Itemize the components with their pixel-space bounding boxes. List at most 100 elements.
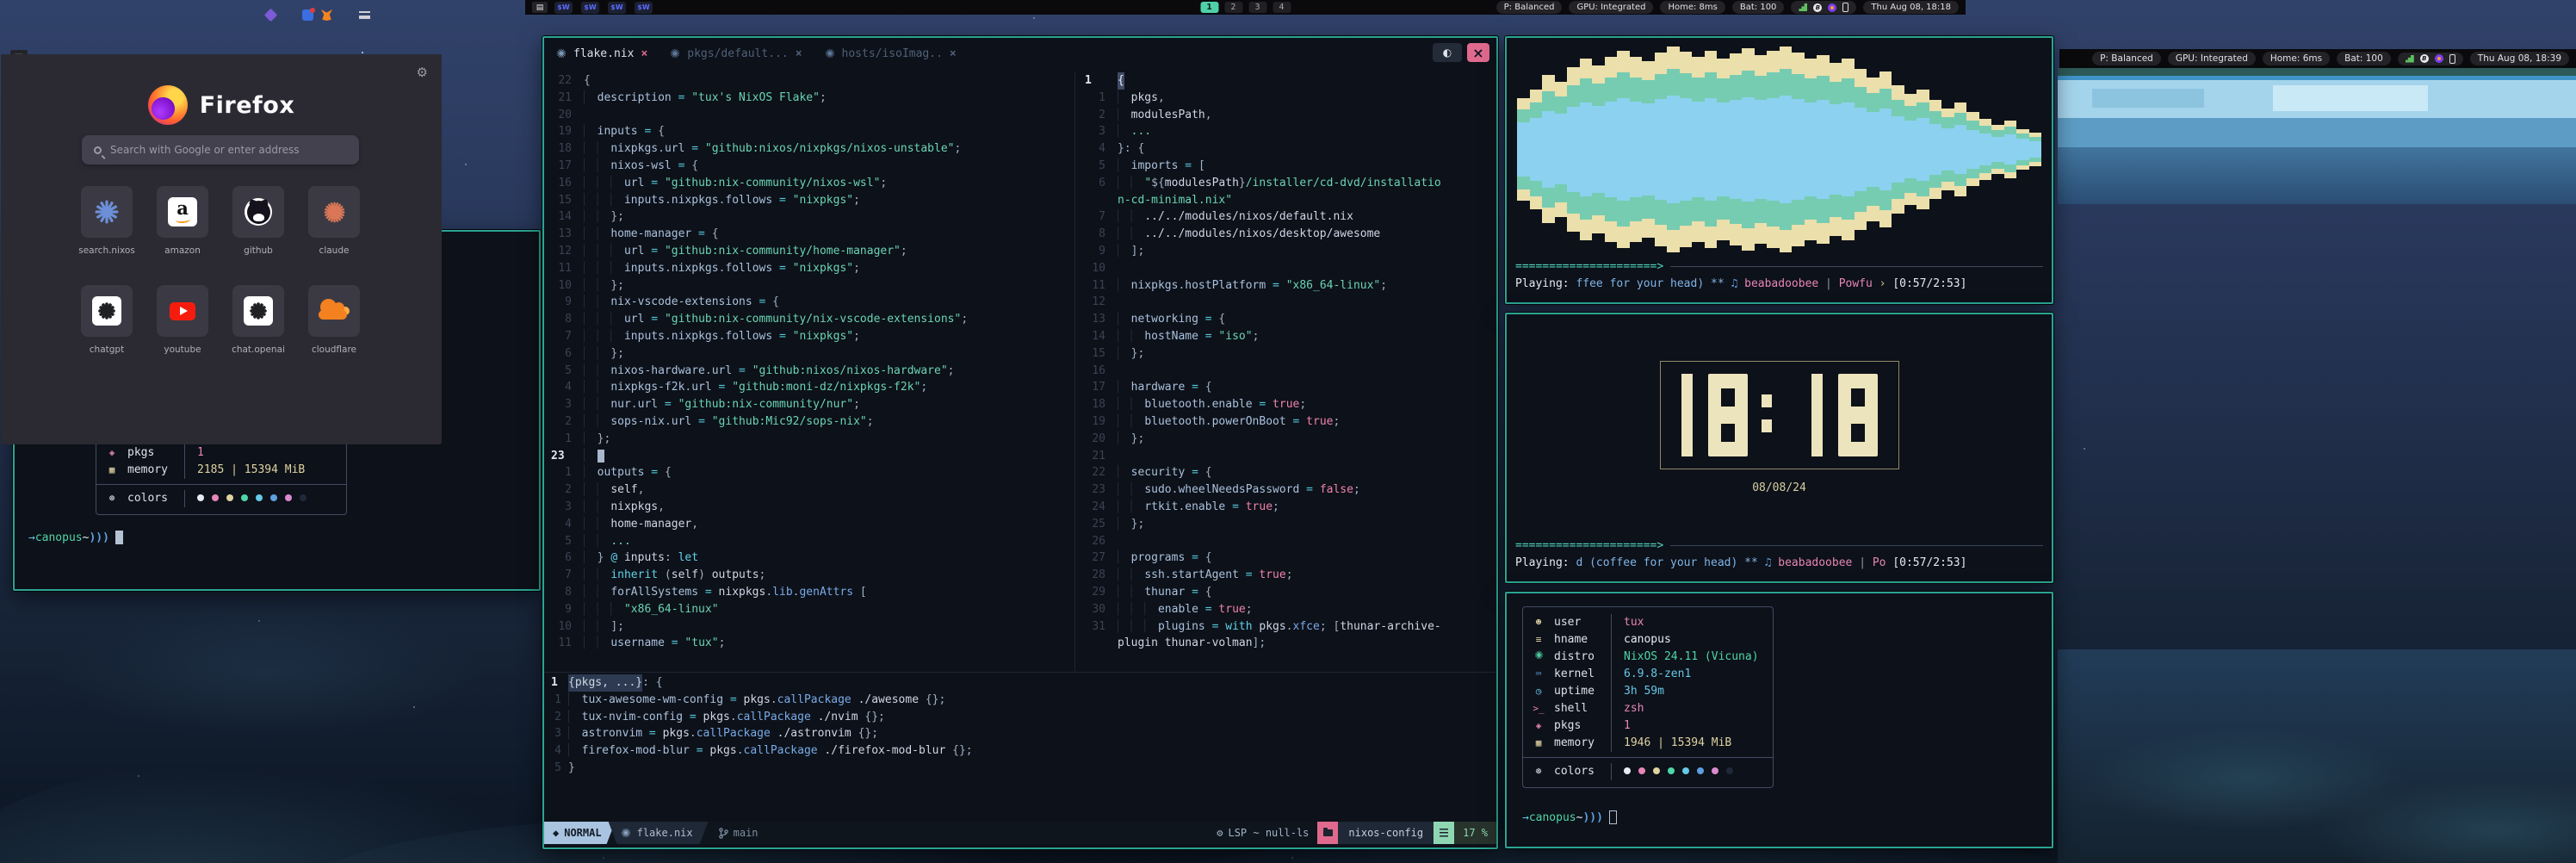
extension-icon-badge[interactable] [302, 9, 313, 21]
code-line: 9▏ ]; [1078, 243, 1496, 260]
firefox-wordmark: Firefox [200, 92, 295, 119]
editor-tab[interactable]: pkgs/default...× [670, 47, 802, 60]
split-separator[interactable] [1074, 72, 1075, 671]
code-line: 5▏ ▏ nixos-hardware.url = "github:nixos/… [544, 363, 1074, 380]
code-buffer-iso[interactable]: 1{1▏ pkgs,2▏ modulesPath,3▏ ...4}: {5▏ i… [1078, 72, 1496, 671]
code-line: n-cd-minimal.nix" [1078, 192, 1496, 209]
menu-icon[interactable] [359, 11, 370, 19]
code-line: 10▏ ▏ }; [544, 277, 1074, 295]
cava-bar [1742, 48, 1755, 250]
memory-icon: ▦ [96, 462, 127, 479]
cava-bar [1792, 53, 1805, 246]
terminal-prompt[interactable]: → canopus ~ ))) [28, 531, 525, 544]
code-line: 5▏ ▏ ... [544, 533, 1074, 550]
code-line: 2▏ ▏ sops-nix.url = "github:Mic92/sops-n… [544, 413, 1074, 431]
speed-dial-youtube[interactable]: youtube [157, 285, 208, 355]
cava-bar [1567, 67, 1580, 232]
cava-bar [1705, 51, 1718, 248]
color-dot [1682, 767, 1689, 774]
scroll-percent: 17 % [1454, 822, 1496, 844]
top-bar: ▤ $W$W$W$W 1234 P: BalancedGPU: Integrat… [525, 0, 1966, 15]
code-line: 26 [1078, 533, 1496, 550]
tab-close-icon[interactable]: × [796, 47, 802, 60]
digital-clock [1660, 361, 1899, 469]
cava-bar [1904, 94, 1917, 205]
memory-icon: ▦ [1523, 735, 1554, 752]
workspace-button[interactable]: 3 [1248, 2, 1266, 13]
taskbar-item[interactable]: $W [608, 2, 626, 14]
taskbar-item[interactable]: $W [554, 2, 573, 14]
workspace-button[interactable]: 2 [1224, 2, 1242, 13]
cava-bar [1817, 55, 1830, 245]
code-line: 1{pkgs, ...}: { [544, 674, 1496, 692]
terminal-prompt[interactable]: → canopus ~ ))) [1522, 810, 2036, 824]
code-line: 23▏ [544, 448, 1074, 465]
fetch-row: ▦memory2185 | 15394 MiB [96, 462, 346, 479]
editor-tab[interactable]: hosts/isoImag..× [825, 47, 957, 60]
color-dot [285, 494, 292, 501]
bar-module: GPU: Integrated [1569, 1, 1653, 14]
tab-close-icon[interactable]: × [641, 47, 647, 60]
workspace-button[interactable]: 1 [1200, 2, 1218, 13]
code-line: 3▏ astronvim = pkgs.callPackage ./astron… [544, 725, 1496, 742]
color-dot [1712, 767, 1718, 774]
hostname-icon: ≡ [1523, 631, 1554, 649]
distro-icon [1523, 649, 1554, 666]
phone-icon [1842, 3, 1848, 12]
code-line: 15▏ }; [1078, 345, 1496, 363]
taskbar-item[interactable]: $W [581, 2, 599, 14]
code-line: 7▏ ▏ ▏ inputs.nixpkgs.follows = "nixpkgs… [544, 328, 1074, 345]
split-separator[interactable] [544, 672, 1496, 673]
code-line: 2▏ tux-nvim-config = pkgs.callPackage ./… [544, 709, 1496, 726]
fetch-row: ◷uptime3h 59m [1523, 683, 1773, 700]
fetch-row: ◈pkgs1 [1523, 717, 1773, 735]
phone-icon [2449, 54, 2455, 64]
bar-modules: P: BalancedGPU: IntegratedHome: 8msBat: … [1489, 1, 1785, 14]
speed-dial-github[interactable]: github [232, 186, 284, 256]
separator-arrow: =====================> [1515, 258, 2043, 275]
code-line: 8▏ ▏ ../../modules/nixos/desktop/awesome [1078, 226, 1496, 243]
speed-dial-amazon[interactable]: aamazon [157, 186, 208, 256]
packages-icon: ◈ [96, 444, 127, 462]
code-line: 21▏ description = "tux's NixOS Flake"; [544, 90, 1074, 107]
bar-module: Home: 8ms [1660, 1, 1725, 14]
code-line: 8▏ ▏ ▏ url = "github:nix-community/nix-v… [544, 311, 1074, 328]
top-bar-secondary: P: BalancedGPU: IntegratedHome: 6msBat: … [2059, 49, 2576, 68]
code-line: 6▏ ▏ "${modulesPath}/installer/cd-dvd/in… [1078, 175, 1496, 192]
code-line: 8▏ ▏ forAllSystems = nixpkgs.lib.genAttr… [544, 584, 1074, 601]
code-line: plugin thunar-volman]; [1078, 635, 1496, 652]
speed-dial-search.nixos[interactable]: search.nixos [81, 186, 133, 256]
bar-module: GPU: Integrated [2168, 52, 2256, 65]
speed-dial-chatgpt[interactable]: chatgpt [81, 285, 133, 355]
clock-digit [1681, 374, 1693, 456]
fetch-colors-row: ☸colors [96, 490, 346, 507]
zen-mode-button[interactable]: ◐ [1433, 43, 1462, 62]
gear-icon[interactable]: ⚙ [417, 65, 428, 80]
search-input[interactable]: Search with Google or enter address [82, 135, 359, 165]
cava-bar [1542, 75, 1555, 223]
editor-tabline: flake.nix× pkgs/default...× hosts/isoImag.… [544, 38, 1496, 69]
code-line: 3▏ ▏ nixpkgs, [544, 499, 1074, 516]
folder-icon [1317, 822, 1338, 844]
code-line: 1{ [1078, 72, 1496, 90]
window-close-button[interactable]: × [1467, 43, 1489, 62]
editor-tab[interactable]: flake.nix× [556, 47, 647, 60]
speed-dial-cloudflare[interactable]: cloudflare [308, 285, 360, 355]
nix-icon [825, 48, 835, 59]
workspaces: 1234 [1200, 2, 1291, 13]
color-dot [1668, 767, 1675, 774]
workspace-button[interactable]: 4 [1273, 2, 1291, 13]
speed-dial-chat.openai[interactable]: chat.openai [232, 285, 284, 355]
now-playing: Playing: ffee for your head) ** ♫ beabad… [1515, 275, 2043, 294]
code-line: 2▏ modulesPath, [1078, 107, 1496, 124]
tab-close-icon[interactable]: × [950, 47, 957, 60]
clock-digit [1838, 374, 1878, 456]
cava-bar [1929, 100, 1942, 199]
cava-bar [1767, 51, 1780, 248]
code-line: 5▏ imports = [ [1078, 158, 1496, 175]
taskbar-item[interactable]: $W [635, 2, 653, 14]
code-buffer-pkgs[interactable]: 1{pkgs, ...}: {1▏ tux-awesome-wm-config … [544, 674, 1496, 779]
menu-icon[interactable]: ▤ [532, 2, 548, 13]
speed-dial-claude[interactable]: claude [308, 186, 360, 256]
code-buffer-flake[interactable]: 22{21▏ description = "tux's NixOS Flake"… [544, 72, 1074, 671]
